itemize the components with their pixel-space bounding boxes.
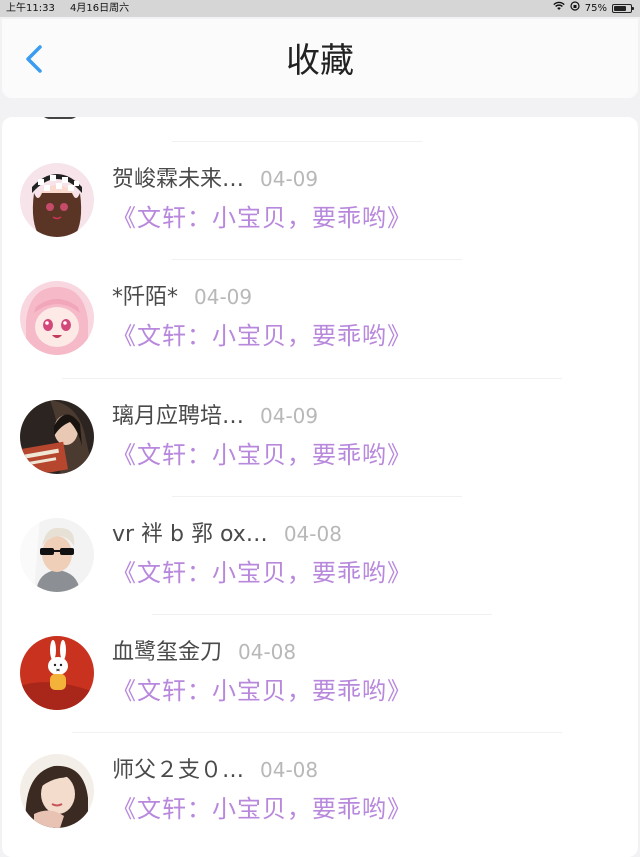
battery-percent: 75%: [584, 3, 607, 14]
avatar[interactable]: [20, 281, 94, 355]
favorite-date: 04-08: [283, 522, 342, 546]
favorite-author: vr 袢 b 郛 ox…: [112, 522, 268, 547]
list-item[interactable]: 血鹭玺金刀 04-08 《文轩：小宝贝，要乖哟》: [2, 590, 638, 710]
wifi-icon: [553, 0, 565, 17]
favorite-author: *阡陌*: [112, 285, 179, 310]
navigation-bar: 收藏: [2, 19, 638, 98]
avatar[interactable]: [20, 163, 94, 237]
avatar[interactable]: [20, 636, 94, 710]
list-item[interactable]: vr 袢 b 郛 ox… 04-08 《文轩：小宝贝，要乖哟》: [2, 472, 638, 592]
favorite-name-line: 璃月应聘培… 04-09: [112, 401, 318, 432]
avatar[interactable]: [20, 518, 94, 592]
favorite-author: 璃月应聘培…: [112, 404, 245, 429]
favorite-name-line: *阡陌* 04-09: [112, 282, 252, 313]
favorite-name-line: 师父２支０… 04-08: [112, 755, 318, 786]
favorite-name-line: 贺峻霖未来… 04-09: [112, 164, 318, 195]
favorite-title-link[interactable]: 《文轩：小宝贝，要乖哟》: [112, 319, 412, 353]
favorite-date: 04-09: [260, 404, 319, 428]
favorite-title-link[interactable]: 《文轩：小宝贝，要乖哟》: [112, 201, 412, 235]
favorite-date: 04-08: [238, 640, 297, 664]
list-item[interactable]: 师父２支０… 04-08 《文轩：小宝贝，要乖哟》: [2, 708, 638, 828]
favorite-author: 血鹭玺金刀: [112, 640, 223, 665]
favorite-title-link[interactable]: 《文轩：小宝贝，要乖哟》: [112, 556, 412, 590]
list-item[interactable]: 璃月应聘培… 04-09 《文轩：小宝贝，要乖哟》: [2, 354, 638, 474]
favorite-title-link[interactable]: 《文轩：小宝贝，要乖哟》: [112, 792, 412, 826]
favorite-name-line: vr 袢 b 郛 ox… 04-08: [112, 519, 342, 550]
avatar[interactable]: [20, 754, 94, 828]
favorite-title-link[interactable]: 《文轩：小宝贝，要乖哟》: [112, 674, 412, 708]
favorites-list[interactable]: 贺峻霖未来… 04-09 《文轩：小宝贝，要乖哟》 *阡陌* 04-09 《文轩：小…: [2, 117, 638, 857]
favorite-date: 04-08: [260, 758, 319, 782]
status-bar: 上午11:33 4月16日周六 75%: [0, 0, 640, 17]
avatar[interactable]: [20, 400, 94, 474]
favorite-date: 04-09: [260, 167, 319, 191]
battery-icon: [612, 4, 634, 13]
list-item[interactable]: 贺峻霖未来… 04-09 《文轩：小宝贝，要乖哟》: [2, 117, 638, 237]
status-time: 上午11:33: [6, 3, 55, 14]
favorite-author: 贺峻霖未来…: [112, 167, 245, 192]
orientation-lock-icon: [570, 0, 580, 17]
status-date: 4月16日周六: [70, 3, 130, 14]
favorite-date: 04-09: [194, 285, 253, 309]
favorite-title-link[interactable]: 《文轩：小宝贝，要乖哟》: [112, 438, 412, 472]
favorite-name-line: 血鹭玺金刀 04-08: [112, 637, 296, 668]
favorite-author: 师父２支０…: [112, 758, 245, 783]
list-item[interactable]: *阡陌* 04-09 《文轩：小宝贝，要乖哟》: [2, 235, 638, 355]
page-title: 收藏: [286, 41, 354, 81]
